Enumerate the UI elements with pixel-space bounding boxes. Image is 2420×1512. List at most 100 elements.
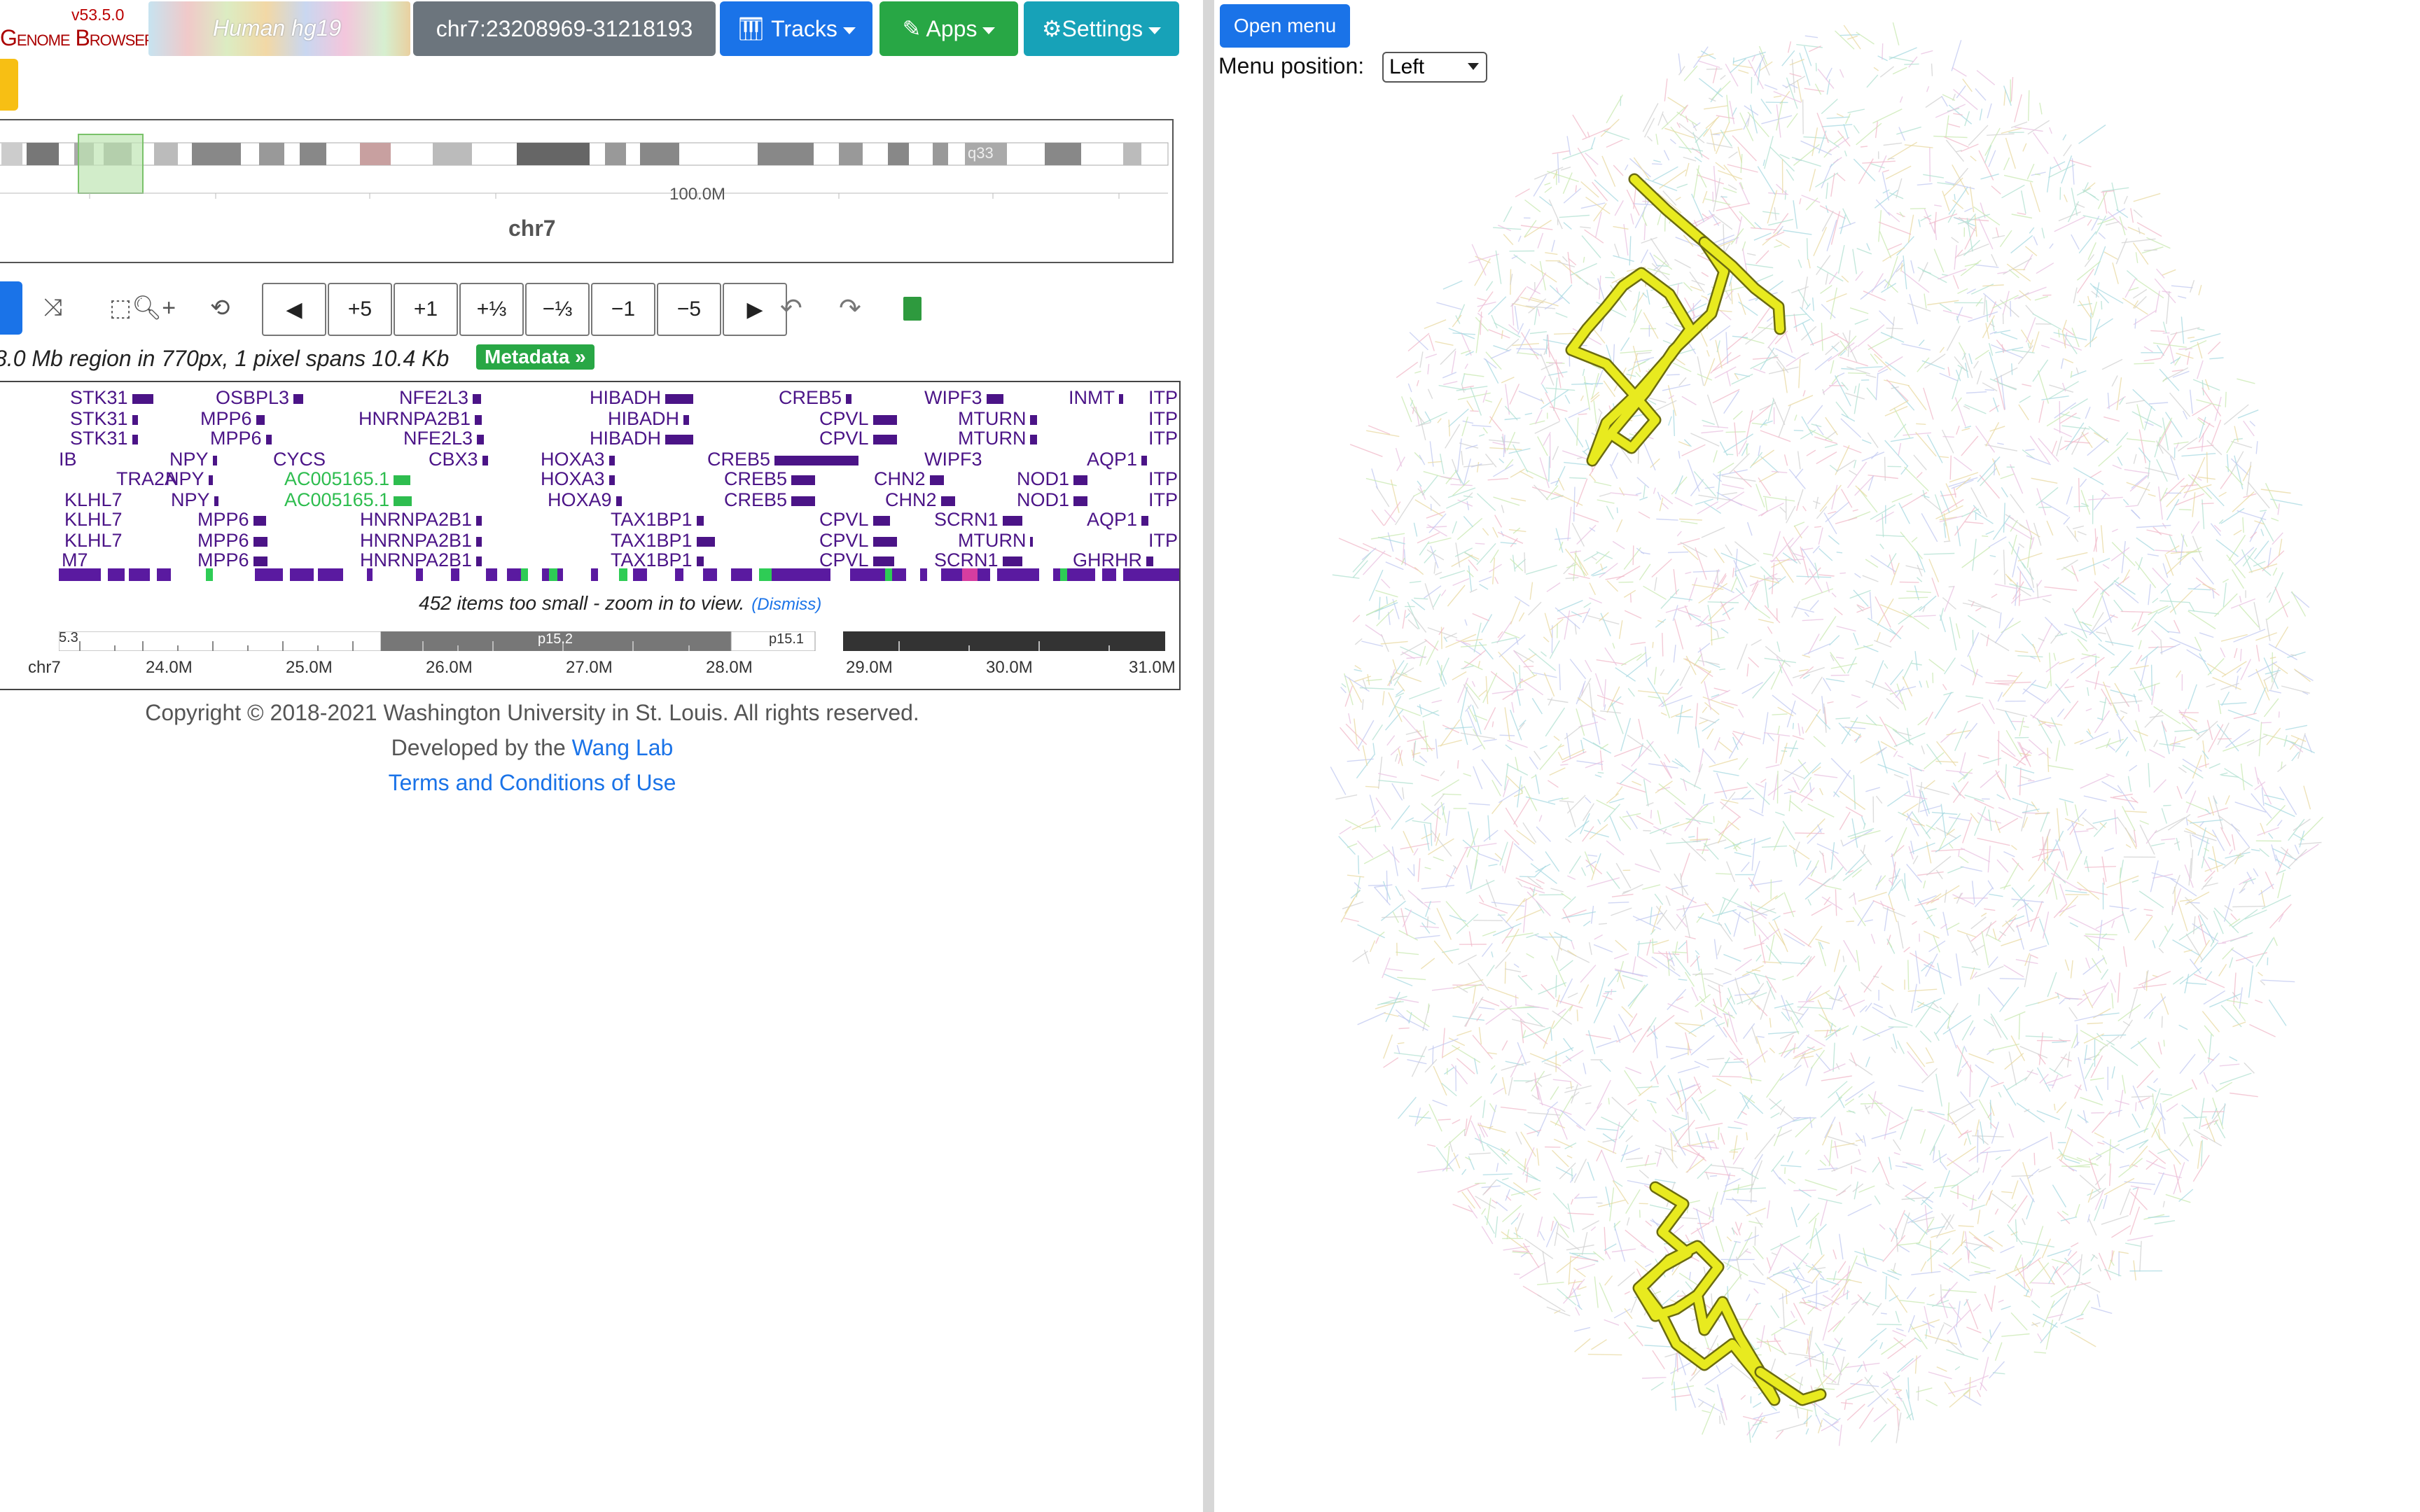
gene-feature[interactable]: CBX3: [429, 449, 488, 469]
gene-feature[interactable]: TAX1BP1: [611, 531, 715, 550]
metadata-button[interactable]: Metadata »: [476, 344, 594, 370]
dismiss-link[interactable]: (Dismiss): [751, 595, 821, 614]
structure-canvas[interactable]: [1214, 0, 2420, 1512]
nav-button[interactable]: ◀: [262, 283, 326, 336]
app-logo[interactable]: Genome Browser: [0, 25, 155, 51]
gene-feature[interactable]: AQP1: [1087, 449, 1148, 469]
gene-feature[interactable]: ITP: [1148, 490, 1178, 510]
gene-feature[interactable]: NFE2L3: [403, 428, 485, 448]
zoom-select-icon[interactable]: ⬚🔍︎+: [109, 294, 176, 322]
nav-button[interactable]: −5: [657, 283, 721, 336]
gene-feature[interactable]: WIPF3: [924, 449, 982, 469]
gene-feature[interactable]: MTURN: [958, 531, 1034, 550]
gene-feature[interactable]: MPP6: [197, 550, 267, 570]
gene-feature[interactable]: SCRN1: [934, 510, 1022, 529]
gene-feature[interactable]: HNRNPA2B1: [360, 510, 482, 529]
gene-feature[interactable]: MPP6: [197, 510, 266, 529]
gene-feature[interactable]: ITP: [1148, 469, 1178, 489]
gene-feature[interactable]: KLHL7: [64, 490, 123, 510]
nav-button[interactable]: −1: [591, 283, 655, 336]
undo-icon[interactable]: ↶: [780, 293, 802, 324]
gene-feature[interactable]: ITP: [1148, 428, 1178, 448]
open-menu-button[interactable]: Open menu: [1220, 4, 1350, 48]
drag-mode-button[interactable]: [0, 281, 22, 335]
gene-feature[interactable]: HNRNPA2B1: [360, 550, 482, 570]
reorder-icon[interactable]: ⤨: [43, 294, 62, 321]
terms-link[interactable]: Terms and Conditions of Use: [389, 770, 676, 795]
gene-feature[interactable]: CPVL: [819, 409, 897, 428]
gene-feature[interactable]: HNRNPA2B1: [360, 531, 482, 550]
reset-view-icon[interactable]: ⟲: [210, 294, 230, 322]
gene-feature[interactable]: MTURN: [958, 428, 1038, 448]
gene-feature[interactable]: MPP6: [200, 409, 265, 428]
settings-menu-button[interactable]: ⚙Settings: [1024, 1, 1179, 56]
gene-feature[interactable]: HIBADH: [590, 388, 694, 407]
highlight-chain[interactable]: [1634, 1183, 1779, 1404]
wang-lab-link[interactable]: Wang Lab: [572, 735, 674, 760]
gene-feature[interactable]: SCRN1: [934, 550, 1022, 570]
gene-feature[interactable]: CHN2: [885, 490, 955, 510]
gene-feature[interactable]: NPY: [165, 469, 213, 489]
gene-feature[interactable]: HOXA9: [548, 490, 622, 510]
genome-selector[interactable]: Human hg19: [148, 1, 410, 56]
nav-button[interactable]: −⅓: [525, 283, 590, 336]
gene-feature[interactable]: IB: [59, 449, 77, 469]
3d-structure-viewer[interactable]: Open menu Menu position: Left: [1214, 0, 2420, 1512]
gene-feature[interactable]: CHN2: [874, 469, 944, 489]
nav-button[interactable]: +5: [328, 283, 392, 336]
gene-feature[interactable]: STK31: [70, 428, 138, 448]
menu-position-select[interactable]: Left: [1382, 52, 1487, 83]
gene-feature[interactable]: HIBADH: [590, 428, 694, 448]
gene-feature[interactable]: ITP: [1148, 531, 1178, 550]
gene-feature[interactable]: CREB5: [707, 449, 859, 469]
gene-feature[interactable]: CREB5: [779, 388, 852, 407]
gene-feature[interactable]: KLHL7: [64, 531, 123, 550]
gene-feature[interactable]: NOD1: [1017, 490, 1088, 510]
gene-feature[interactable]: ITP: [1148, 388, 1178, 407]
density-mark: [318, 568, 343, 581]
gene-feature[interactable]: WIPF3: [924, 388, 1003, 407]
gene-feature[interactable]: CPVL: [819, 510, 890, 529]
panel-toggle-tab[interactable]: [0, 59, 18, 111]
gene-feature[interactable]: NPY: [169, 449, 217, 469]
gene-feature[interactable]: CREB5: [724, 469, 816, 489]
redo-icon[interactable]: ↷: [839, 293, 861, 324]
gene-feature[interactable]: CPVL: [819, 428, 897, 448]
gene-feature[interactable]: AC005165.1: [284, 469, 411, 489]
locus-button[interactable]: chr7:23208969-31218193: [413, 1, 716, 56]
gene-feature[interactable]: NOD1: [1017, 469, 1088, 489]
gene-feature[interactable]: CREB5: [724, 490, 816, 510]
nav-button[interactable]: ▶: [723, 283, 787, 336]
gene-feature[interactable]: M7: [62, 550, 88, 570]
gene-feature[interactable]: MPP6: [210, 428, 272, 448]
gene-feature[interactable]: CYCS: [273, 449, 326, 469]
gene-feature[interactable]: GHRHR: [1073, 550, 1153, 570]
bookmark-icon[interactable]: [903, 297, 922, 321]
gene-feature[interactable]: NPY: [171, 490, 218, 510]
gene-feature[interactable]: TAX1BP1: [611, 510, 704, 529]
gene-feature[interactable]: HOXA3: [541, 449, 615, 469]
pane-splitter[interactable]: [1203, 0, 1214, 1512]
gene-feature[interactable]: ITP: [1148, 409, 1178, 428]
chromosome-ideogram[interactable]: q33 100.0M: [0, 119, 1174, 263]
gene-feature[interactable]: STK31: [70, 388, 153, 407]
gene-feature[interactable]: CPVL: [819, 531, 897, 550]
gene-feature[interactable]: HOXA3: [541, 469, 615, 489]
gene-feature[interactable]: KLHL7: [64, 510, 123, 529]
gene-feature[interactable]: OSBPL3: [216, 388, 304, 407]
gene-feature[interactable]: AC005165.1: [284, 490, 412, 510]
gene-feature[interactable]: NFE2L3: [399, 388, 482, 407]
gene-feature[interactable]: AQP1: [1087, 510, 1149, 529]
gene-feature[interactable]: MPP6: [197, 531, 267, 550]
gene-feature[interactable]: STK31: [70, 409, 138, 428]
gene-feature[interactable]: TAX1BP1: [611, 550, 704, 570]
apps-menu-button[interactable]: ✎ Apps: [879, 1, 1018, 56]
gene-feature[interactable]: HIBADH: [608, 409, 690, 428]
gene-feature[interactable]: MTURN: [958, 409, 1038, 428]
nav-button[interactable]: +1: [394, 283, 458, 336]
gene-feature[interactable]: HNRNPA2B1: [359, 409, 482, 428]
tracks-menu-button[interactable]: 🎹︎ Tracks: [720, 1, 872, 56]
gene-feature[interactable]: INMT: [1069, 388, 1123, 407]
nav-button[interactable]: +⅓: [459, 283, 524, 336]
gene-feature[interactable]: CPVL: [819, 550, 894, 570]
